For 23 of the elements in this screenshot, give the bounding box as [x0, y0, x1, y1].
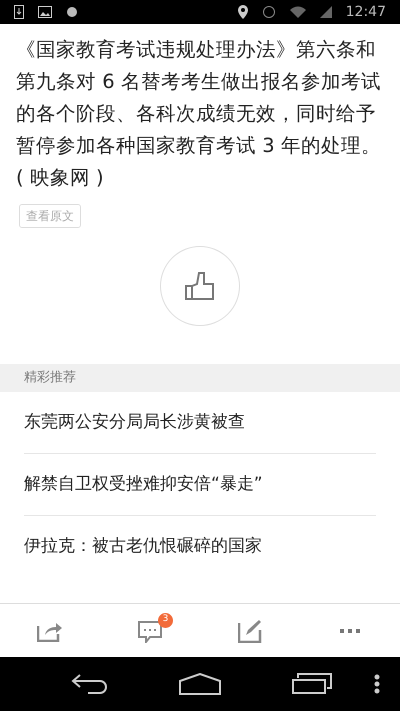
recent-apps-button[interactable] [290, 671, 334, 697]
thumbs-up-icon [185, 272, 215, 300]
clock-time: 12:47 [346, 2, 386, 22]
news-link[interactable]: 东莞两公安分局局长涉黄被查 [24, 410, 245, 436]
comment-icon [138, 618, 162, 642]
article-paragraph: 《国家教育考试违规处理办法》第六条和第九条对 6 名替考考生做出报名参加考试的各个阶段、各科次成绩无效，同时给予暂停参加各种国家教育考试 3 年的处理。( 映象网 ) [16, 37, 382, 191]
like-button[interactable] [160, 246, 240, 326]
home-button[interactable] [178, 671, 222, 697]
wifi-icon [290, 6, 306, 18]
recent-apps-icon [292, 673, 332, 695]
download-icon [14, 5, 24, 19]
news-link[interactable]: 伊拉克：被古老仇恨碾碎的国家 [24, 534, 262, 560]
pencil-icon [238, 618, 262, 642]
image-icon [38, 6, 52, 18]
back-icon [70, 673, 108, 695]
comment-count-badge: 3 [158, 612, 173, 628]
location-icon [238, 5, 248, 19]
signal-icon [320, 6, 332, 18]
section-title: 精彩推荐 [24, 369, 76, 388]
home-icon [179, 673, 221, 695]
news-link[interactable]: 解禁自卫权受挫难抑安倍“暴走” [24, 472, 263, 498]
more-icon [340, 628, 360, 632]
menu-icon [374, 674, 380, 694]
